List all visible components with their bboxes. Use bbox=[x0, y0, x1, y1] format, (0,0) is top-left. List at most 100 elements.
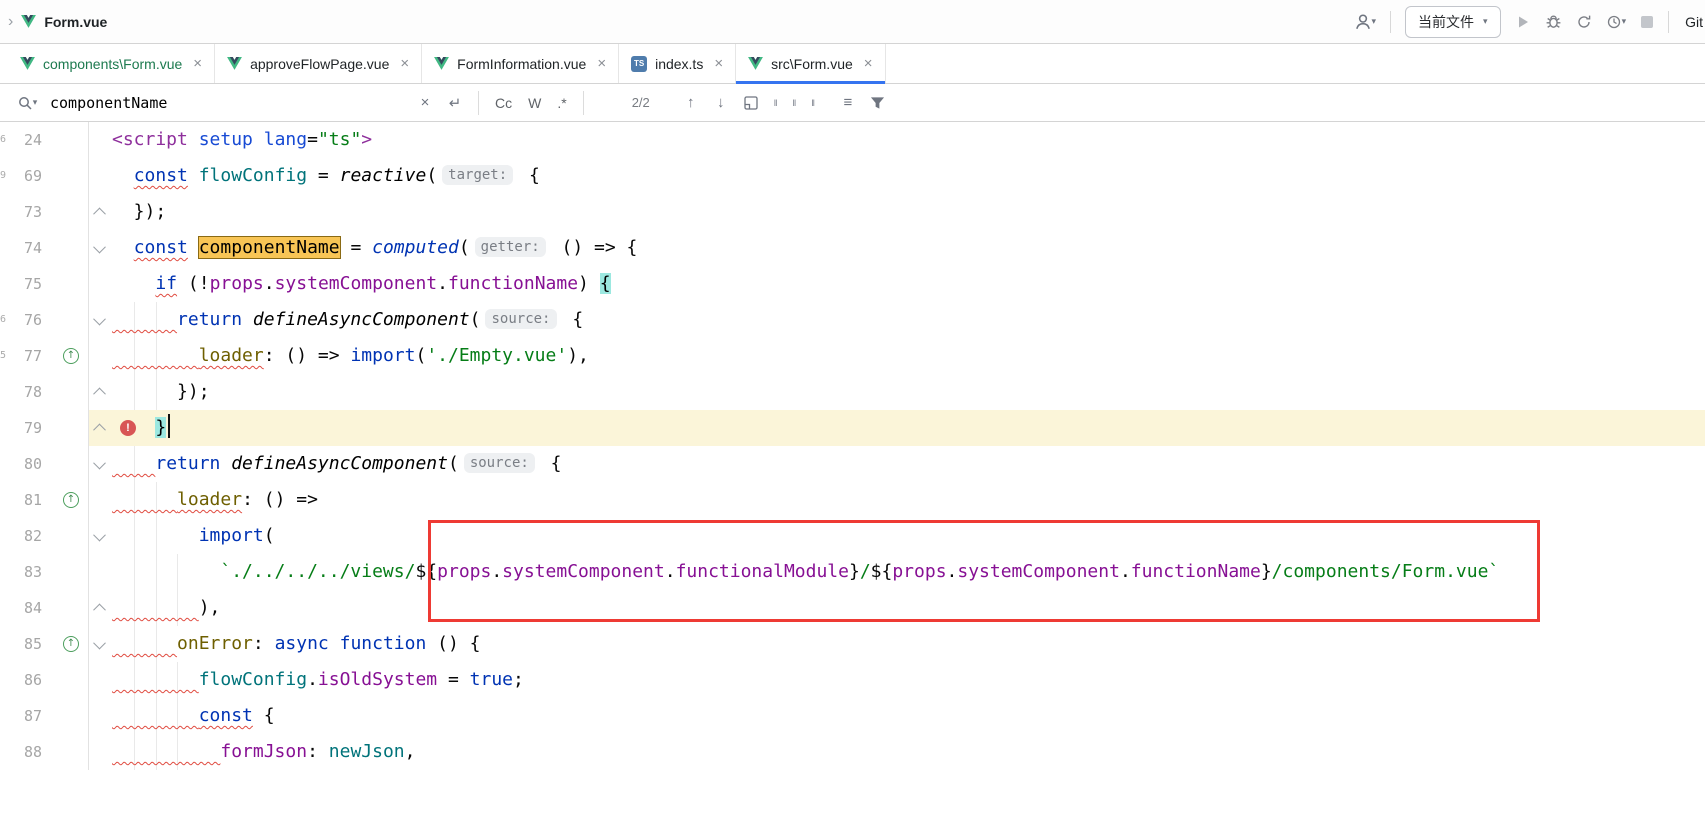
fold-toggle[interactable] bbox=[88, 518, 110, 554]
fold-up-icon[interactable] bbox=[93, 423, 106, 436]
fold-down-icon[interactable] bbox=[93, 528, 106, 541]
open-in-find-window-icon[interactable] bbox=[739, 91, 763, 115]
tab-close-icon[interactable]: × bbox=[714, 55, 723, 72]
code-text[interactable]: }); bbox=[110, 374, 1705, 410]
fold-toggle[interactable] bbox=[88, 122, 110, 158]
code-text[interactable]: onError: async function () { bbox=[110, 626, 1705, 662]
code-line[interactable]: 75 if (!props.systemComponent.functionNa… bbox=[0, 266, 1705, 302]
line-number[interactable]: 75 bbox=[10, 266, 54, 302]
search-input[interactable]: componentName bbox=[50, 94, 410, 112]
fold-toggle[interactable] bbox=[88, 158, 110, 194]
error-icon[interactable]: ! bbox=[120, 420, 136, 436]
line-number[interactable]: 85 bbox=[10, 626, 54, 662]
code-line[interactable]: 676 return defineAsyncComponent(source: … bbox=[0, 302, 1705, 338]
code-line[interactable]: 73 }); bbox=[0, 194, 1705, 230]
filter-icon[interactable] bbox=[866, 91, 890, 115]
code-text[interactable]: loader: () => import('./Empty.vue'), bbox=[110, 338, 1705, 374]
fold-toggle[interactable] bbox=[88, 734, 110, 770]
code-text[interactable]: <script setup lang="ts"> bbox=[110, 122, 1705, 158]
line-number[interactable]: 86 bbox=[10, 662, 54, 698]
fold-toggle[interactable] bbox=[88, 698, 110, 734]
regex-toggle[interactable]: .* bbox=[557, 95, 566, 111]
remove-occurrence-icon[interactable]: ‖ bbox=[791, 96, 796, 110]
stop-button[interactable] bbox=[1640, 10, 1654, 34]
code-text[interactable]: if (!props.systemComponent.functionName)… bbox=[110, 266, 1705, 302]
whole-words-toggle[interactable]: W bbox=[528, 95, 541, 111]
line-number[interactable]: 81 bbox=[10, 482, 54, 518]
fold-down-icon[interactable] bbox=[93, 240, 106, 253]
line-number[interactable]: 82 bbox=[10, 518, 54, 554]
tab-close-icon[interactable]: × bbox=[597, 55, 606, 72]
code-line[interactable]: 85↑ onError: async function () { bbox=[0, 626, 1705, 662]
code-text[interactable]: loader: () => bbox=[110, 482, 1705, 518]
clear-search-icon[interactable]: × bbox=[413, 91, 437, 115]
user-account-icon[interactable]: ▾ bbox=[1354, 10, 1377, 34]
filter-lines-icon[interactable]: ≡ bbox=[836, 91, 860, 115]
line-number[interactable]: 79 bbox=[10, 410, 54, 446]
fold-down-icon[interactable] bbox=[93, 636, 106, 649]
line-number[interactable]: 83 bbox=[10, 554, 54, 590]
code-line[interactable]: 74 const componentName = computed(getter… bbox=[0, 230, 1705, 266]
debug-button[interactable] bbox=[1545, 10, 1562, 34]
code-text[interactable]: ), bbox=[110, 590, 1705, 626]
tab-close-icon[interactable]: × bbox=[400, 55, 409, 72]
code-line[interactable]: 624<script setup lang="ts"> bbox=[0, 122, 1705, 158]
code-text[interactable]: ! } bbox=[110, 410, 1705, 446]
search-icon[interactable]: ▾ bbox=[15, 91, 39, 115]
tab-index-ts[interactable]: TSindex.ts× bbox=[619, 44, 736, 83]
profiler-button[interactable]: ▾ bbox=[1606, 10, 1627, 34]
code-text[interactable]: const flowConfig = reactive(target: { bbox=[110, 158, 1705, 194]
line-number[interactable]: 69 bbox=[10, 158, 54, 194]
git-menu[interactable]: Git bbox=[1685, 14, 1703, 30]
code-line[interactable]: 88 formJson: newJson, bbox=[0, 734, 1705, 770]
code-line[interactable]: 577↑ loader: () => import('./Empty.vue')… bbox=[0, 338, 1705, 374]
fold-toggle[interactable] bbox=[88, 590, 110, 626]
tab-close-icon[interactable]: × bbox=[864, 55, 873, 72]
code-line[interactable]: 82 import( bbox=[0, 518, 1705, 554]
code-text[interactable]: formJson: newJson, bbox=[110, 734, 1705, 770]
code-text[interactable]: }); bbox=[110, 194, 1705, 230]
fold-toggle[interactable] bbox=[88, 554, 110, 590]
fold-toggle[interactable] bbox=[88, 230, 110, 266]
fold-toggle[interactable] bbox=[88, 194, 110, 230]
code-text[interactable]: `./../../../views/${props.systemComponen… bbox=[110, 554, 1705, 590]
fold-up-icon[interactable] bbox=[93, 603, 106, 616]
code-text[interactable]: const { bbox=[110, 698, 1705, 734]
code-text[interactable]: const componentName = computed(getter: (… bbox=[110, 230, 1705, 266]
next-occurrence-icon[interactable]: ↓ bbox=[709, 91, 733, 115]
tab-forminformation-vue[interactable]: FormInformation.vue× bbox=[422, 44, 619, 83]
code-text[interactable]: flowConfig.isOldSystem = true; bbox=[110, 662, 1705, 698]
code-line[interactable]: 969 const flowConfig = reactive(target: … bbox=[0, 158, 1705, 194]
fold-toggle[interactable] bbox=[88, 482, 110, 518]
code-line[interactable]: 79 ! } bbox=[0, 410, 1705, 446]
prev-occurrence-icon[interactable]: ↑ bbox=[679, 91, 703, 115]
run-button[interactable] bbox=[1515, 10, 1531, 34]
fold-up-icon[interactable] bbox=[93, 387, 106, 400]
code-area[interactable]: 624<script setup lang="ts">969 const flo… bbox=[0, 122, 1705, 770]
line-number[interactable]: 78 bbox=[10, 374, 54, 410]
fold-down-icon[interactable] bbox=[93, 312, 106, 325]
fold-down-icon[interactable] bbox=[93, 456, 106, 469]
code-line[interactable]: 83 `./../../../views/${props.systemCompo… bbox=[0, 554, 1705, 590]
fold-up-icon[interactable] bbox=[93, 207, 106, 220]
line-number[interactable]: 84 bbox=[10, 590, 54, 626]
tab-components-form-vue[interactable]: components\Form.vue× bbox=[8, 44, 215, 83]
line-number[interactable]: 73 bbox=[10, 194, 54, 230]
line-number[interactable]: 76 bbox=[10, 302, 54, 338]
match-case-toggle[interactable]: Cc bbox=[495, 95, 512, 111]
fold-toggle[interactable] bbox=[88, 266, 110, 302]
run-config-selector[interactable]: 当前文件 ▾ bbox=[1405, 6, 1501, 38]
code-text[interactable]: return defineAsyncComponent(source: { bbox=[110, 446, 1705, 482]
newline-icon[interactable]: ↵ bbox=[443, 91, 467, 115]
fold-toggle[interactable] bbox=[88, 446, 110, 482]
fold-toggle[interactable] bbox=[88, 410, 110, 446]
line-number[interactable]: 77 bbox=[10, 338, 54, 374]
fold-toggle[interactable] bbox=[88, 662, 110, 698]
editor[interactable]: 624<script setup lang="ts">969 const flo… bbox=[0, 122, 1705, 820]
tab-approveflowpage-vue[interactable]: approveFlowPage.vue× bbox=[215, 44, 422, 83]
fold-toggle[interactable] bbox=[88, 374, 110, 410]
line-number[interactable]: 74 bbox=[10, 230, 54, 266]
line-number[interactable]: 24 bbox=[10, 122, 54, 158]
code-line[interactable]: 87 const { bbox=[0, 698, 1705, 734]
code-line[interactable]: 84 ), bbox=[0, 590, 1705, 626]
